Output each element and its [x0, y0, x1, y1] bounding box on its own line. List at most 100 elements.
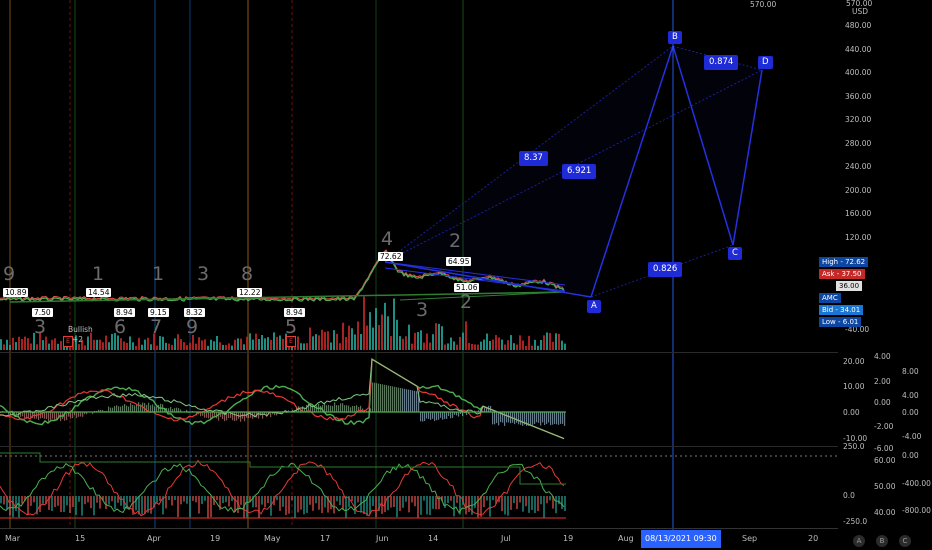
histogram-bar [132, 404, 134, 412]
wave-count-label: 4 [381, 228, 394, 250]
volume-bar [561, 340, 563, 350]
volume-bar [186, 345, 188, 350]
osc1-outer-tick: 0.00 [874, 398, 891, 407]
volume-bar [120, 338, 122, 350]
histogram-bar [546, 412, 548, 424]
histogram-bar [57, 496, 59, 506]
histogram-bar [236, 412, 238, 421]
chart-canvas[interactable] [0, 0, 932, 550]
histogram-bar [312, 406, 314, 412]
histogram-bar [342, 496, 344, 510]
histogram-bar [177, 496, 179, 518]
histogram-bar [60, 496, 62, 513]
timezone-button-b[interactable]: B [876, 535, 888, 547]
price-axis-tick: 120.00 [845, 233, 872, 242]
histogram-bar [198, 496, 200, 514]
histogram-bar [534, 412, 536, 424]
pattern-point-c[interactable]: C [728, 247, 742, 260]
volume-bar [276, 336, 278, 350]
histogram-bar [369, 496, 371, 514]
volume-bar [156, 345, 158, 350]
pattern-fill [673, 46, 762, 245]
pane-separator[interactable] [0, 446, 838, 447]
histogram-bar [548, 412, 550, 423]
histogram-bar [75, 496, 77, 515]
histogram-bar [543, 496, 545, 518]
histogram-bar [276, 496, 278, 501]
histogram-bar [90, 496, 92, 509]
histogram-bar [348, 405, 350, 412]
volume-bar [531, 345, 533, 350]
histogram-bar [285, 496, 287, 516]
histogram-bar [390, 496, 392, 508]
histogram-bar [294, 496, 296, 518]
histogram-bar [309, 496, 311, 505]
osc2-outer-tick: 60.00 [874, 456, 896, 465]
histogram-bar [430, 412, 432, 420]
histogram-bar [542, 412, 544, 423]
histogram-bar [156, 496, 158, 503]
histogram-bar [318, 496, 320, 510]
histogram-bar [116, 405, 118, 412]
histogram-bar [402, 388, 404, 412]
histogram-bar [312, 496, 314, 511]
histogram-bar [141, 496, 143, 515]
histogram-bar [344, 405, 346, 412]
volume-bar [522, 340, 524, 350]
volume-bar [123, 341, 125, 350]
histogram-bar [218, 412, 220, 421]
volume-bar [300, 343, 302, 350]
volume-bar [333, 330, 335, 350]
time-axis-label: 17 [320, 534, 331, 543]
histogram-bar [51, 496, 53, 511]
price-axis-tick: 280.00 [845, 139, 872, 148]
histogram-bar [350, 407, 352, 412]
volume-bar [204, 339, 206, 350]
pattern-point-b[interactable]: B [668, 31, 682, 44]
histogram-bar [434, 412, 436, 422]
pattern-point-d[interactable]: D [758, 56, 773, 69]
histogram-bar [423, 496, 425, 501]
volume-bar [231, 345, 233, 350]
volume-bar [528, 335, 530, 350]
time-axis-label: Sep [742, 534, 758, 543]
histogram-bar [338, 405, 340, 412]
histogram-bar [66, 412, 68, 421]
pattern-point-a[interactable]: A [587, 300, 601, 313]
volume-bar [390, 336, 392, 350]
volume-bar [180, 339, 182, 350]
histogram-bar [465, 496, 467, 515]
volume-bar [87, 336, 89, 350]
histogram-bar [324, 496, 326, 508]
volume-bar [465, 321, 467, 350]
volume-bar [264, 338, 266, 350]
histogram-bar [315, 496, 317, 504]
volume-bar [282, 338, 284, 350]
histogram-bar [426, 412, 428, 419]
volume-bar [354, 334, 356, 350]
histogram-bar [530, 412, 532, 425]
pane-separator[interactable] [0, 352, 838, 353]
timezone-button-c[interactable]: C [899, 535, 911, 547]
histogram-bar [0, 496, 2, 504]
wave-count-label: 2 [460, 291, 473, 313]
histogram-bar [426, 496, 428, 515]
volume-bars [0, 296, 566, 350]
histogram-bar [82, 412, 84, 417]
histogram-bar [201, 496, 203, 505]
high-badge: High - 72.62 [819, 257, 869, 267]
timezone-button-a[interactable]: A [853, 535, 865, 547]
histogram-bar [536, 412, 538, 423]
histogram-bar [507, 496, 509, 516]
histogram-bar [354, 405, 356, 412]
histogram-bar [396, 496, 398, 518]
histogram-bar [498, 412, 500, 426]
earnings-marker[interactable]: E [286, 336, 296, 347]
volume-bar [339, 343, 341, 350]
histogram-bar [412, 390, 414, 412]
volume-bar [129, 336, 131, 350]
histogram-bar [405, 496, 407, 502]
histogram-bar [339, 496, 341, 506]
histogram-bar [165, 496, 167, 509]
histogram-bar [66, 496, 68, 506]
